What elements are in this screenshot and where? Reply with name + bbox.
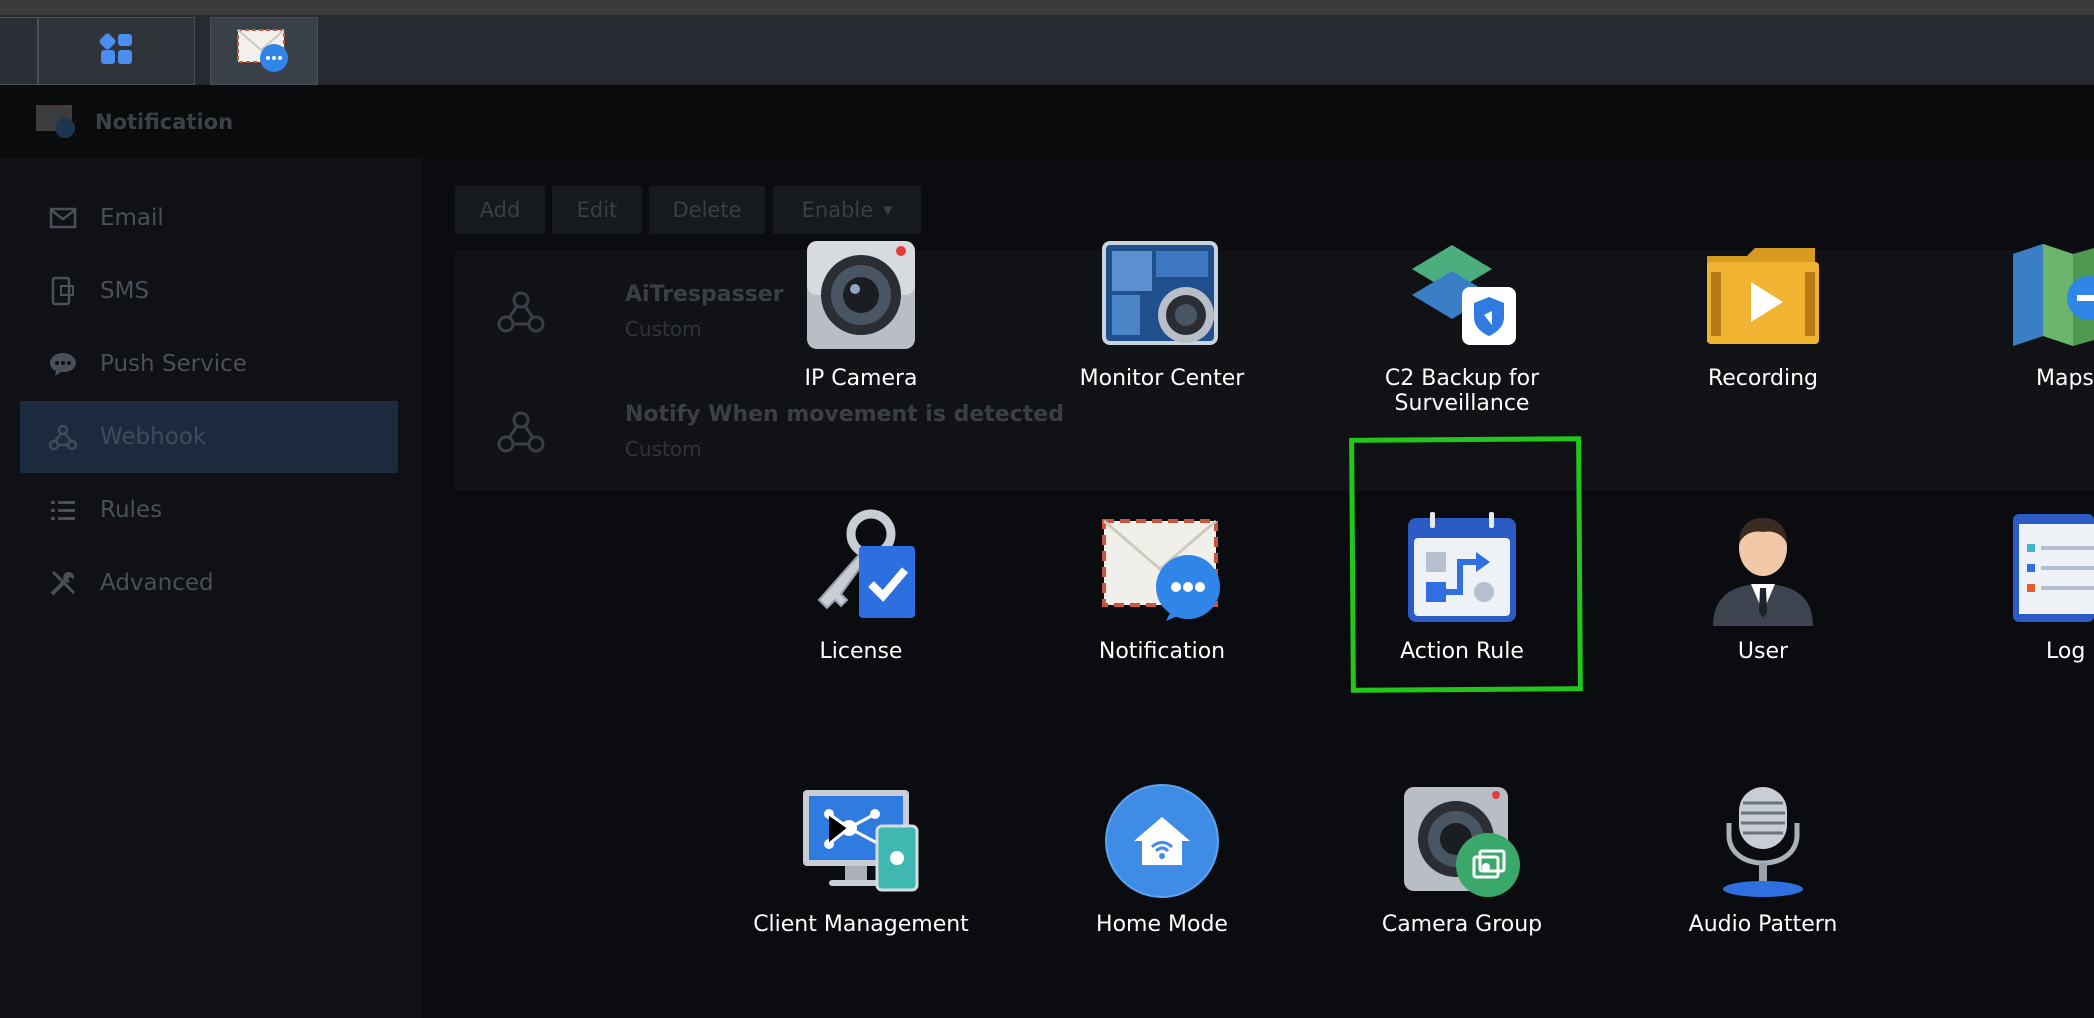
- edit-button[interactable]: Edit: [552, 186, 642, 234]
- app-monitor-center[interactable]: Monitor Center: [1037, 230, 1287, 391]
- main-menu-button[interactable]: [38, 17, 195, 85]
- microphone-icon: [1698, 776, 1828, 906]
- enable-label: Enable: [801, 198, 874, 222]
- monitor-center-icon: [1097, 230, 1227, 360]
- list-icon: [46, 493, 80, 527]
- user-icon: [1698, 503, 1828, 633]
- sidebar-item-rules[interactable]: Rules: [20, 474, 398, 546]
- app-recording[interactable]: Recording: [1638, 230, 1888, 391]
- app-label: Maps: [2036, 366, 2094, 391]
- app-label: Notification: [1098, 639, 1226, 664]
- tools-icon: [46, 566, 80, 600]
- client-management-icon: [796, 776, 926, 906]
- maps-icon: [2009, 230, 2094, 360]
- sidebar-item-label: Advanced: [100, 570, 214, 596]
- sidebar-item-label: SMS: [100, 278, 150, 304]
- app-audio-pattern[interactable]: Audio Pattern: [1638, 776, 1888, 937]
- notification-envelope-icon: [35, 102, 79, 144]
- grid-icon: [99, 31, 135, 71]
- notification-envelope-icon: [1097, 503, 1227, 633]
- sidebar-item-advanced[interactable]: Advanced: [20, 547, 398, 619]
- window-title: Notification: [95, 110, 234, 134]
- webhook-icon: [495, 288, 547, 338]
- webhook-icon: [46, 420, 80, 454]
- taskbar: [0, 15, 2094, 85]
- app-home-mode[interactable]: Home Mode: [1037, 776, 1287, 937]
- app-label: Monitor Center: [1079, 366, 1245, 391]
- app-c2-backup[interactable]: C2 Backup for Surveillance: [1337, 230, 1587, 416]
- app-user[interactable]: User: [1638, 503, 1888, 664]
- app-label: User: [1737, 639, 1789, 664]
- app-license[interactable]: License: [736, 503, 986, 664]
- app-client-management[interactable]: Client Management: [736, 776, 986, 937]
- webhook-type: Custom: [625, 317, 702, 341]
- sidebar-item-webhook[interactable]: Webhook: [20, 401, 398, 473]
- sidebar-item-label: Push Service: [100, 351, 247, 377]
- app-label: Recording: [1707, 366, 1819, 391]
- app-label: Camera Group: [1381, 912, 1543, 937]
- add-button[interactable]: Add: [455, 186, 545, 234]
- sidebar-item-label: Rules: [100, 497, 163, 523]
- phone-icon: [46, 274, 80, 308]
- envelope-icon: [46, 201, 80, 235]
- chat-bubble-icon: [46, 347, 80, 381]
- app-label: Home Mode: [1096, 912, 1228, 937]
- window-titlebar: Notification: [0, 85, 2094, 158]
- sidebar-item-push-service[interactable]: Push Service: [20, 328, 398, 400]
- top-strip: [0, 0, 2094, 15]
- webhook-name: Notify When movement is detected: [625, 402, 1064, 427]
- app-label: Log: [2046, 639, 2086, 664]
- sidebar-item-label: Webhook: [100, 424, 207, 450]
- notification-envelope-icon: [236, 24, 292, 78]
- app-label: License: [819, 639, 903, 664]
- license-key-icon: [796, 503, 926, 633]
- home-mode-icon: [1097, 776, 1227, 906]
- recording-folder-icon: [1698, 230, 1828, 360]
- app-label: IP Camera: [804, 366, 918, 391]
- sidebar: Email SMS Push Service Webhook Rules Adv…: [0, 158, 420, 1018]
- app-label: Audio Pattern: [1688, 912, 1838, 937]
- log-icon: [2009, 503, 2094, 633]
- app-notification[interactable]: Notification: [1037, 503, 1287, 664]
- app-maps[interactable]: Maps: [1939, 230, 2094, 391]
- chevron-down-icon: ▼: [883, 203, 893, 217]
- webhook-type: Custom: [625, 437, 702, 461]
- delete-button[interactable]: Delete: [649, 186, 765, 234]
- taskbar-edge: [0, 17, 38, 85]
- sidebar-item-label: Email: [100, 205, 164, 231]
- app-log[interactable]: Log: [1939, 503, 2094, 664]
- enable-dropdown[interactable]: Enable ▼: [773, 186, 921, 234]
- action-rule-highlight: [1349, 436, 1583, 693]
- app-label: Client Management: [753, 912, 969, 937]
- c2-backup-icon: [1397, 230, 1527, 360]
- app-camera-group[interactable]: Camera Group: [1337, 776, 1587, 937]
- webhook-icon: [495, 408, 547, 458]
- notification-taskbar-button[interactable]: [210, 17, 318, 85]
- camera-group-icon: [1397, 776, 1527, 906]
- ip-camera-icon: [796, 230, 926, 360]
- app-ip-camera[interactable]: IP Camera: [736, 230, 986, 391]
- sidebar-item-sms[interactable]: SMS: [20, 255, 398, 327]
- sidebar-item-email[interactable]: Email: [20, 182, 398, 254]
- app-label: C2 Backup for Surveillance: [1384, 366, 1540, 416]
